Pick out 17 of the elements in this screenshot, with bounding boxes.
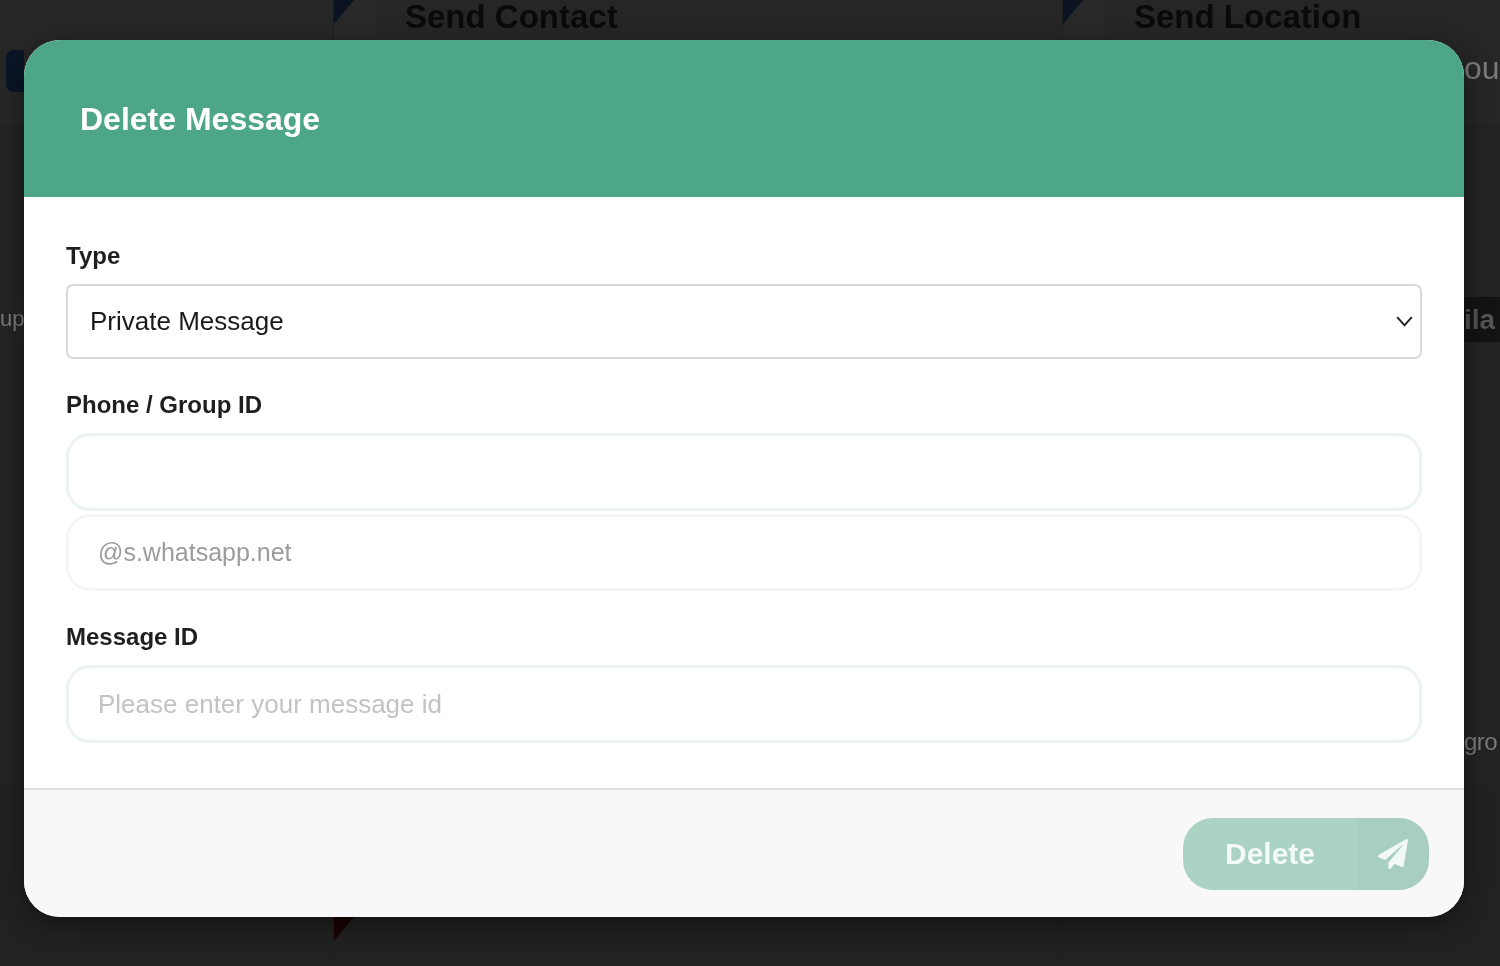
corner-triangle-icon xyxy=(334,917,354,941)
dialog-title: Delete Message xyxy=(80,99,321,139)
chevron-down-icon xyxy=(1396,316,1413,327)
partial-badge: ila xyxy=(1464,297,1500,342)
field-label: Type xyxy=(66,242,121,270)
corner-triangle-icon xyxy=(1063,0,1083,24)
field-label: Message ID xyxy=(66,623,199,651)
partial-button[interactable] xyxy=(6,50,24,92)
text-input[interactable]: Please enter your message id xyxy=(66,665,1422,743)
corner-triangle-icon xyxy=(334,0,354,24)
partial-text: up xyxy=(0,306,25,332)
select-field[interactable]: Private Message xyxy=(66,284,1422,359)
partial-text: gro xyxy=(1464,727,1499,757)
paper-plane-icon xyxy=(1378,838,1408,869)
partial-text: ou xyxy=(1464,50,1500,86)
field-label: Phone / Group ID xyxy=(66,391,262,419)
suffix-field: @s.whatsapp.net xyxy=(66,514,1422,591)
